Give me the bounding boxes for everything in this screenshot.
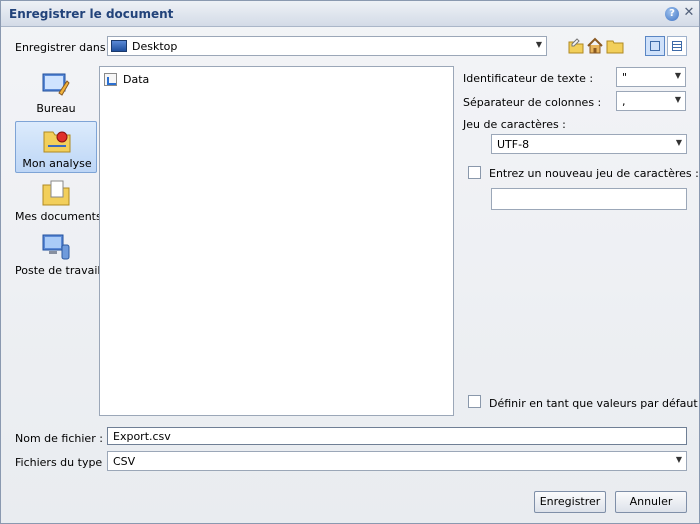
filetype-label: Fichiers du type : xyxy=(15,456,110,469)
save-button[interactable]: Enregistrer xyxy=(534,491,606,513)
charset-select[interactable]: UTF-8 ▼ xyxy=(491,134,687,154)
default-values-label: Définir en tant que valeurs par défaut xyxy=(489,397,698,410)
filename-value: Export.csv xyxy=(113,430,171,443)
place-poste-de-travail[interactable]: Poste de travail xyxy=(15,229,101,281)
save-in-select[interactable]: Desktop ▼ xyxy=(107,36,547,56)
default-values-checkbox[interactable] xyxy=(468,395,481,408)
title-bar: Enregistrer le document ? ✕ xyxy=(1,1,699,27)
new-charset-checkbox[interactable] xyxy=(468,166,481,179)
dialog-title: Enregistrer le document xyxy=(9,7,174,21)
filename-label: Nom de fichier : xyxy=(15,432,103,445)
workstation-icon xyxy=(42,234,70,260)
file-name: Data xyxy=(123,73,150,86)
text-identifier-label: Identificateur de texte : xyxy=(463,72,594,85)
column-separator-select[interactable]: , ▼ xyxy=(616,91,686,111)
save-in-value: Desktop xyxy=(132,40,178,53)
place-bureau[interactable]: Bureau xyxy=(15,67,97,119)
place-label: Poste de travail xyxy=(15,264,101,277)
list-view-icon[interactable] xyxy=(667,36,687,56)
save-in-label: Enregistrer dans : xyxy=(15,41,113,54)
chevron-down-icon: ▼ xyxy=(674,95,681,104)
shortcut-icon xyxy=(104,73,117,86)
file-list[interactable]: Data xyxy=(99,66,454,416)
place-mon-analyse[interactable]: Mon analyse xyxy=(15,121,97,173)
new-charset-input[interactable] xyxy=(491,188,687,210)
filetype-select[interactable]: CSV ▼ xyxy=(107,451,687,471)
places-bar: Bureau Mon analyse Mes documents Poste d… xyxy=(11,67,102,287)
new-folder-icon[interactable] xyxy=(567,37,585,55)
my-documents-icon xyxy=(42,180,70,206)
place-label: Mon analyse xyxy=(22,157,92,170)
column-separator-value: , xyxy=(622,95,626,108)
thumbnail-view-icon[interactable] xyxy=(645,36,665,56)
text-identifier-value: " xyxy=(622,71,628,84)
charset-label: Jeu de caractères : xyxy=(463,118,566,131)
chevron-down-icon: ▼ xyxy=(674,71,681,80)
chevron-down-icon: ▼ xyxy=(535,40,542,49)
new-charset-label: Entrez un nouveau jeu de caractères : xyxy=(489,167,699,180)
text-identifier-select[interactable]: " ▼ xyxy=(616,67,686,87)
place-mes-documents[interactable]: Mes documents xyxy=(15,175,102,227)
cancel-button[interactable]: Annuler xyxy=(615,491,687,513)
chevron-down-icon: ▼ xyxy=(675,138,682,147)
column-separator-label: Séparateur de colonnes : xyxy=(463,96,602,109)
home-icon[interactable] xyxy=(586,37,604,55)
folder-icon[interactable] xyxy=(606,37,624,55)
place-label: Bureau xyxy=(36,102,76,115)
close-icon[interactable]: ✕ xyxy=(683,6,695,20)
help-icon[interactable]: ? xyxy=(665,7,679,21)
filetype-value: CSV xyxy=(113,455,136,468)
my-analysis-icon xyxy=(43,131,71,153)
chevron-down-icon: ▼ xyxy=(675,455,682,464)
save-document-dialog: Enregistrer le document ? ✕ Enregistrer … xyxy=(0,0,700,524)
filename-input[interactable]: Export.csv xyxy=(107,427,687,445)
desktop-icon xyxy=(42,73,70,96)
charset-value: UTF-8 xyxy=(497,138,530,151)
place-label: Mes documents xyxy=(15,210,102,223)
desktop-location-icon xyxy=(111,40,127,52)
